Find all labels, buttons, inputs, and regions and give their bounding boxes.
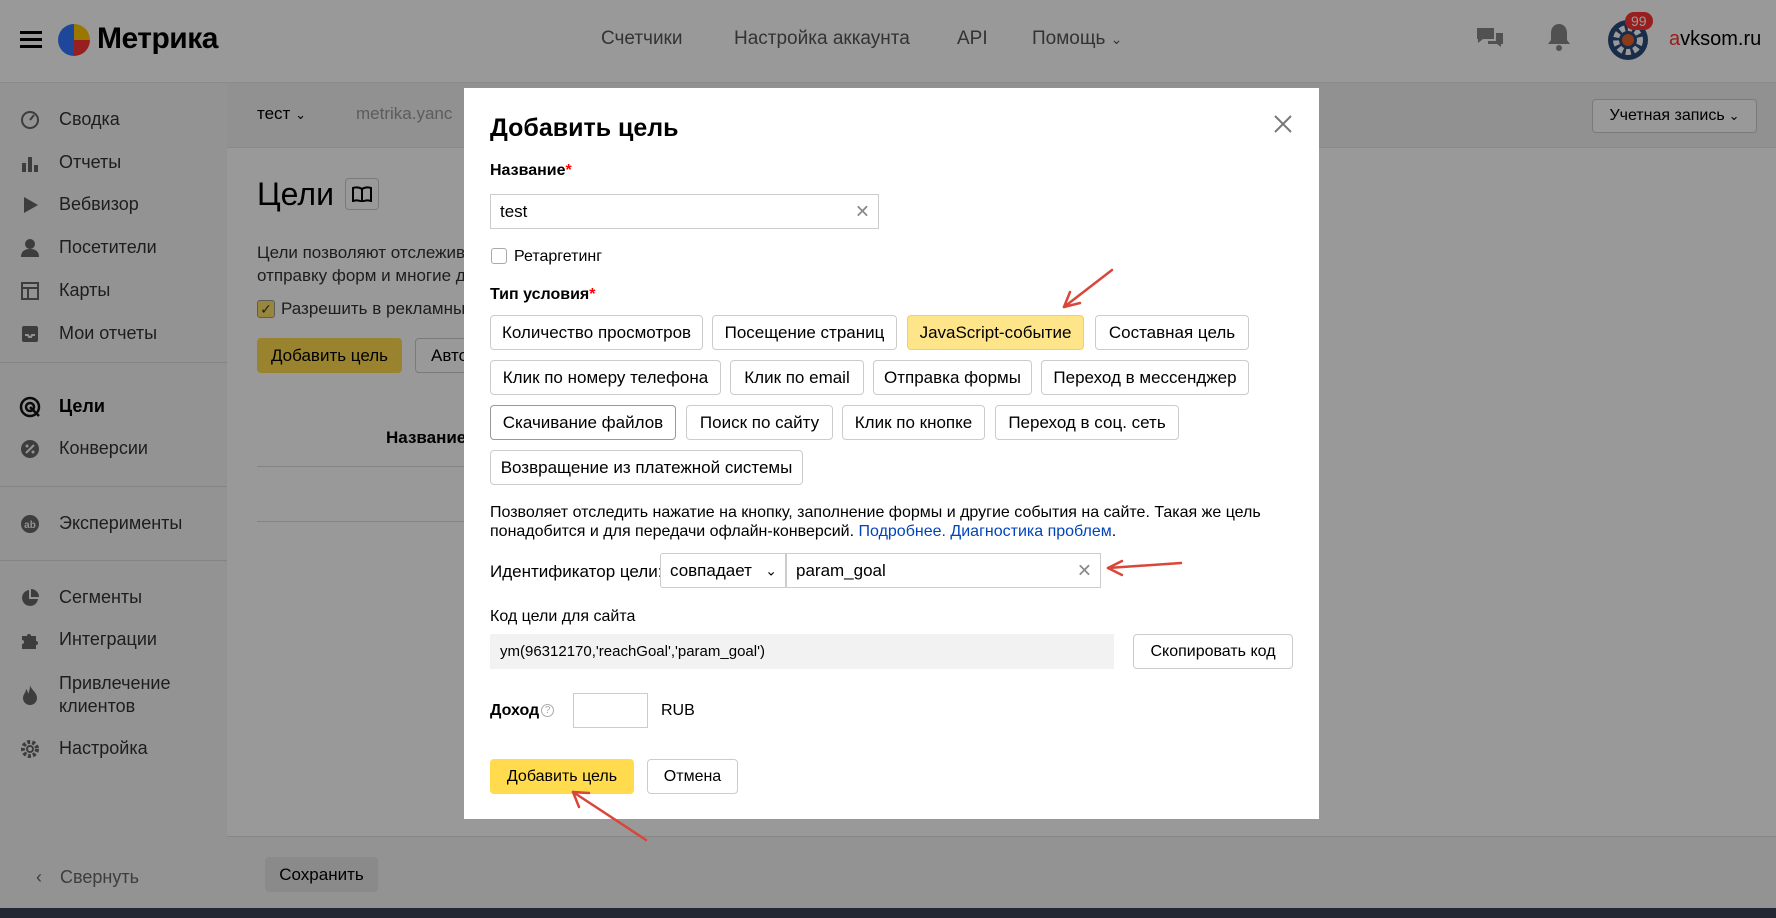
condition-payment-return[interactable]: Возвращение из платежной системы [490,450,803,485]
match-select-value: совпадает [670,560,752,580]
diagnostics-link[interactable]: Диагностика проблем [950,523,1111,540]
required-mark: * [589,286,596,303]
income-label: Доход? [490,702,555,720]
retargeting-checkbox[interactable] [491,248,507,264]
clear-icon[interactable]: ✕ [1077,560,1092,581]
code-label: Код цели для сайта [490,608,636,625]
condition-file-download[interactable]: Скачивание файлов [490,405,676,440]
app-window: Метрика Счетчики Настройка аккаунта API … [0,0,1776,908]
income-label-text: Доход [490,702,540,719]
condition-javascript-event[interactable]: JavaScript-событие [907,315,1084,350]
condition-button-click[interactable]: Клик по кнопке [842,405,985,440]
identifier-label: Идентификатор цели: [490,562,663,581]
more-link[interactable]: Подробнее. [859,523,946,540]
chevron-down-icon: ⌄ [765,562,777,578]
condition-phone-click[interactable]: Клик по номеру телефона [490,360,721,395]
currency-label: RUB [661,702,695,719]
name-label-text: Название [490,162,566,179]
dialog-title: Добавить цель [490,114,679,142]
clear-icon[interactable]: ✕ [855,201,870,222]
condition-description: Позволяет отследить нажатие на кнопку, з… [490,503,1290,541]
cancel-button[interactable]: Отмена [647,759,738,794]
goal-name-value: test [500,201,528,221]
identifier-input[interactable]: param_goal ✕ [786,553,1101,588]
help-icon[interactable]: ? [541,704,555,718]
copy-code-button[interactable]: Скопировать код [1133,634,1293,669]
condition-type-label: Тип условия* [490,286,595,304]
goal-code[interactable]: ym(96312170,'reachGoal','param_goal') [490,634,1114,669]
submit-add-goal-button[interactable]: Добавить цель [490,759,634,794]
retargeting-label: Ретаргетинг [514,248,603,265]
taskbar-strip [0,908,1776,918]
condition-site-search[interactable]: Поиск по сайту [686,405,833,440]
identifier-value: param_goal [796,560,886,580]
condition-social[interactable]: Переход в соц. сеть [995,405,1179,440]
close-icon[interactable] [1271,112,1295,136]
goal-name-input[interactable]: test ✕ [490,194,879,229]
condition-composite[interactable]: Составная цель [1095,315,1249,350]
add-goal-dialog: Добавить цель Название* test ✕ Ретаргети… [464,88,1319,819]
description-period: . [1111,523,1117,540]
match-select[interactable]: совпадает ⌄ [660,553,786,588]
condition-form-submit[interactable]: Отправка формы [873,360,1032,395]
condition-pageviews[interactable]: Количество просмотров [490,315,703,350]
name-label: Название* [490,162,572,180]
required-mark: * [565,162,572,179]
condition-messenger[interactable]: Переход в мессенджер [1041,360,1249,395]
condition-type-text: Тип условия [490,286,590,303]
condition-page-visit[interactable]: Посещение страниц [712,315,897,350]
condition-email-click[interactable]: Клик по email [730,360,864,395]
income-input[interactable] [573,693,648,728]
